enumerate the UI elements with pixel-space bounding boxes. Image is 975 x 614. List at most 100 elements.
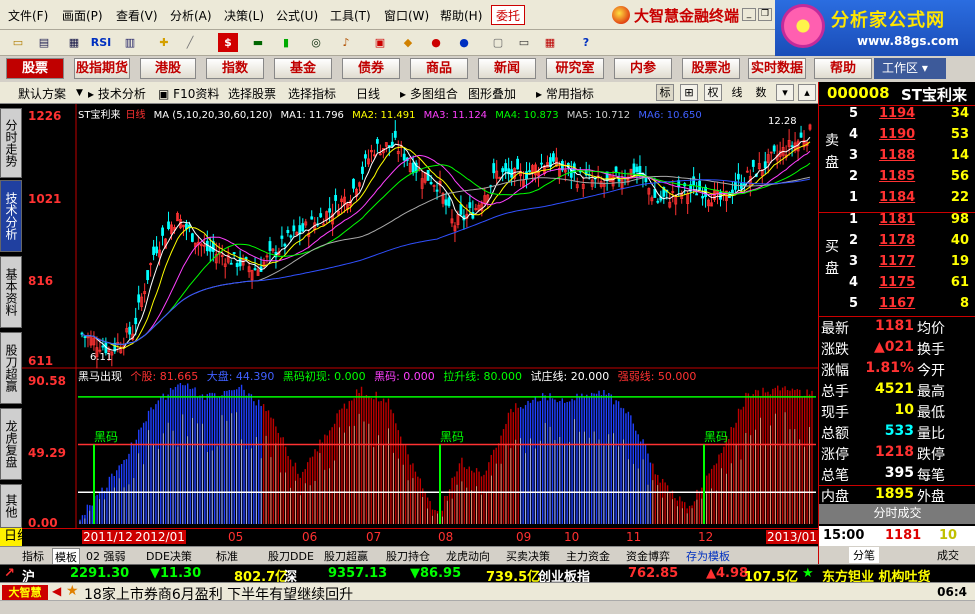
tab-zhuli[interactable]: 主力资金 — [566, 548, 610, 564]
func-research[interactable]: 研究室 — [546, 58, 604, 79]
tab-gudao-chaoying[interactable]: 股刀超赢 — [324, 548, 368, 564]
volume-icon[interactable]: ▬ — [248, 33, 268, 52]
tab-other[interactable]: 其他 — [0, 484, 22, 528]
timeshare-header[interactable]: 分时成交 — [819, 504, 975, 524]
tab-gudao-chicang[interactable]: 股刀持仓 — [386, 548, 430, 564]
tab-tech-analysis[interactable]: 技术分析 — [0, 180, 22, 252]
menu-help[interactable]: 帮助(H) — [440, 7, 482, 24]
tab-trades[interactable]: 成交 — [937, 547, 959, 563]
tab-boyi[interactable]: 资金博弈 — [626, 548, 670, 564]
tab-dde[interactable]: DDE决策 — [146, 548, 192, 564]
f10-button[interactable]: ▣ F10资料 — [158, 85, 219, 102]
copy-icon[interactable]: ▢ — [488, 33, 508, 52]
sell-order-row[interactable]: 4 1190 53 — [845, 127, 975, 148]
horizontal-scrollbar[interactable] — [0, 600, 975, 614]
pick-indicator-button[interactable]: 选择指标 — [288, 85, 336, 102]
market-status-bar[interactable]: ↗ 沪 2291.30 ▼11.30 802.7亿 深 9357.13 ▼86.… — [0, 564, 975, 585]
sell-order-row[interactable]: 1 1184 22 — [845, 190, 975, 211]
menu-file[interactable]: 文件(F) — [8, 7, 48, 24]
func-stockpool[interactable]: 股票池 — [682, 58, 740, 79]
func-news[interactable]: 新闻 — [478, 58, 536, 79]
buy-order-row[interactable]: 4 1175 61 — [845, 275, 975, 296]
overlay-button[interactable]: 图形叠加 — [468, 85, 516, 102]
alarm-bell-icon[interactable]: ♪ — [336, 33, 356, 52]
order-level: 3 — [849, 148, 859, 163]
menu-view[interactable]: 查看(V) — [116, 7, 158, 24]
menu-formula[interactable]: 公式(U) — [276, 7, 318, 24]
buy-order-row[interactable]: 1 1181 98 — [845, 212, 975, 233]
workarea-dropdown[interactable]: 工作区 ▾ — [874, 58, 946, 79]
red-circle-icon[interactable]: ● — [426, 33, 446, 52]
menu-decision[interactable]: 决策(L) — [224, 7, 264, 24]
buy-label-text: 买盘 — [825, 239, 839, 277]
func-insider[interactable]: 内参 — [614, 58, 672, 79]
restore-icon[interactable]: ❐ — [758, 8, 772, 21]
open-folder-icon[interactable]: ▭ — [8, 33, 28, 52]
grid-icon[interactable]: ▦ — [64, 33, 84, 52]
window-icon[interactable]: ▭ — [514, 33, 534, 52]
kline-chart[interactable]: 1226 1021 816 611 ST宝利来 日线 MA (5,10,20,30… — [22, 104, 818, 530]
sell-order-row[interactable]: 5 1194 34 — [845, 106, 975, 127]
tab-qiangruo[interactable]: 02 强弱 — [86, 548, 126, 564]
menu-entrust[interactable]: 委托 — [491, 5, 526, 25]
crosshair-box-icon[interactable]: ⊞ — [680, 84, 698, 101]
menu-analysis[interactable]: 分析(A) — [170, 7, 212, 24]
tab-longhu-dongxiang[interactable]: 龙虎动向 — [446, 548, 490, 564]
blue-circle-icon[interactable]: ● — [454, 33, 474, 52]
buy-order-row[interactable]: 2 1178 40 — [845, 233, 975, 254]
func-futures[interactable]: 股指期货 — [74, 58, 130, 79]
ad-banner[interactable]: 分析家公式网 www.88gs.com — [775, 0, 975, 56]
dollar-icon[interactable]: $ — [218, 33, 238, 52]
mark-button[interactable]: 标 — [656, 84, 674, 101]
func-bond[interactable]: 债券 — [342, 58, 400, 79]
tab-tick[interactable]: 分笔 — [849, 547, 879, 563]
common-indicator-button[interactable]: ▸ 常用指标 — [536, 85, 594, 102]
tab-timeshare[interactable]: 分时走势 — [0, 108, 22, 178]
buy-order-row[interactable]: 5 1167 8 — [845, 296, 975, 317]
data-button[interactable]: 数 — [752, 84, 770, 101]
tech-analysis-tab[interactable]: ▸ 技术分析 — [88, 85, 146, 102]
multi-chart-button[interactable]: ▸ 多图组合 — [400, 85, 458, 102]
expand-icon[interactable]: ▾ — [776, 84, 794, 101]
rights-button[interactable]: 权 — [704, 84, 722, 101]
order-price: 1167 — [879, 296, 916, 311]
rsi-button[interactable]: RSI — [88, 33, 114, 52]
table-icon[interactable]: ▥ — [120, 33, 140, 52]
help-cursor-icon[interactable]: ? — [576, 33, 596, 52]
up-arrow-icon[interactable]: ▴ — [798, 84, 816, 101]
calendar-icon[interactable]: ▦ — [540, 33, 560, 52]
tab-gudao-dde[interactable]: 股刀DDE — [268, 548, 314, 564]
menu-tools[interactable]: 工具(T) — [330, 7, 371, 24]
buy-order-row[interactable]: 3 1177 19 — [845, 254, 975, 275]
func-stocks[interactable]: 股票 — [6, 58, 64, 79]
sell-order-row[interactable]: 2 1185 56 — [845, 169, 975, 190]
tab-fundamentals[interactable]: 基本资料 — [0, 256, 22, 328]
report-icon[interactable]: ▣ — [370, 33, 390, 52]
tab-gudao[interactable]: 股刀超赢 — [0, 332, 22, 404]
func-realtime[interactable]: 实时数据 — [748, 58, 806, 79]
chart-window-icon[interactable]: ▤ — [34, 33, 54, 52]
period-button[interactable]: 日线 — [356, 85, 380, 102]
ruler-icon[interactable]: ╱ — [180, 33, 200, 52]
line-button[interactable]: 线 — [728, 84, 746, 101]
func-help[interactable]: 帮助 — [814, 58, 872, 79]
tab-standard[interactable]: 标准 — [216, 548, 238, 564]
menu-window[interactable]: 窗口(W) — [384, 7, 429, 24]
func-commodity[interactable]: 商品 — [410, 58, 468, 79]
pick-stock-button[interactable]: 选择股票 — [228, 85, 276, 102]
menu-screen[interactable]: 画面(P) — [62, 7, 103, 24]
func-index[interactable]: 指数 — [206, 58, 264, 79]
crosshair-icon[interactable]: ✚ — [154, 33, 174, 52]
scheme-dropdown[interactable]: 默认方案 — [18, 85, 66, 102]
diamond-icon[interactable]: ◆ — [398, 33, 418, 52]
tab-indicator[interactable]: 指标 — [22, 548, 44, 564]
sell-order-row[interactable]: 3 1188 14 — [845, 148, 975, 169]
minimize-icon[interactable]: _ — [742, 8, 756, 21]
stripes-icon[interactable]: ▮ — [276, 33, 296, 52]
func-fund[interactable]: 基金 — [274, 58, 332, 79]
tab-longhu[interactable]: 龙虎复盘 — [0, 408, 22, 480]
tab-save-template[interactable]: 存为模板 — [686, 548, 730, 564]
binoculars-icon[interactable]: ◎ — [306, 33, 326, 52]
tab-maimai[interactable]: 买卖决策 — [506, 548, 550, 564]
func-hk[interactable]: 港股 — [140, 58, 196, 79]
